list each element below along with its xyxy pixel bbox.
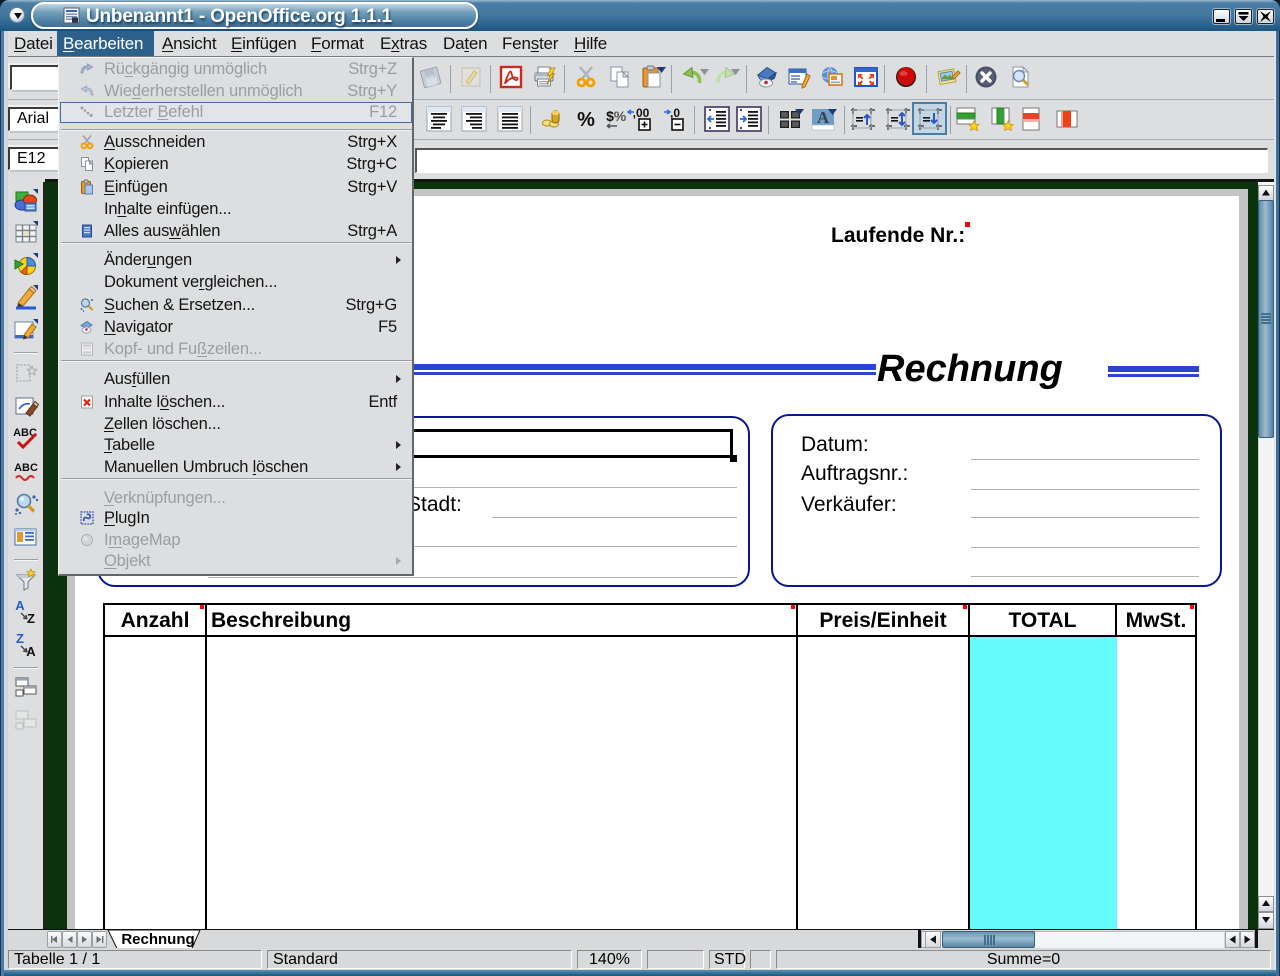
svg-text:Z: Z [16, 632, 24, 646]
svg-text:%: % [577, 109, 595, 131]
svg-text:%: % [614, 108, 627, 124]
svg-text:,00: ,00 [633, 106, 650, 120]
svg-text:Z: Z [27, 611, 35, 625]
svg-text:ABC: ABC [14, 462, 38, 474]
svg-text:A: A [15, 599, 25, 613]
svg-text:,0: ,0 [670, 106, 680, 120]
svg-text:A: A [26, 644, 36, 658]
